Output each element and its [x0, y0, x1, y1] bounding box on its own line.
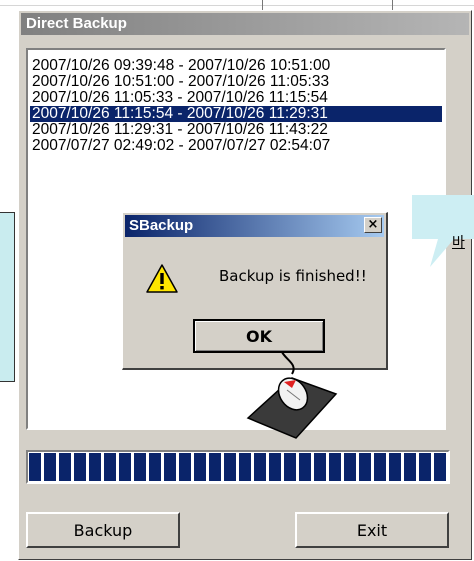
list-item[interactable]: 2007/10/26 11:29:31 - 2007/10/26 11:43:2…	[30, 122, 442, 138]
left-annotation-box	[0, 212, 15, 382]
dialog-message: Backup is finished!!	[219, 267, 367, 285]
close-icon[interactable]: ×	[364, 217, 382, 233]
backup-list-rows: 2007/10/26 09:39:48 - 2007/10/26 10:51:0…	[30, 58, 442, 154]
top-tick	[392, 0, 393, 10]
list-item[interactable]: 2007/10/26 10:51:00 - 2007/10/26 11:05:3…	[30, 74, 442, 90]
window-title: Direct Backup	[21, 13, 469, 35]
backup-progress-bar	[26, 450, 450, 484]
progress-fill	[29, 453, 447, 481]
warning-icon	[146, 264, 178, 293]
list-item[interactable]: 2007/10/26 11:05:33 - 2007/10/26 11:15:5…	[30, 90, 442, 106]
list-item-selected[interactable]: 2007/10/26 11:15:54 - 2007/10/26 11:29:3…	[30, 106, 442, 122]
backup-button[interactable]: Backup	[26, 512, 180, 548]
dialog-title: SBackup	[125, 215, 384, 237]
list-item[interactable]: 2007/07/27 02:49:02 - 2007/07/27 02:54:0…	[30, 138, 442, 154]
exit-button[interactable]: Exit	[295, 512, 449, 548]
bubble-text: 바	[452, 235, 465, 251]
mouse-click-icon	[246, 351, 338, 439]
list-item[interactable]: 2007/10/26 09:39:48 - 2007/10/26 10:51:0…	[30, 58, 442, 74]
top-divider	[0, 5, 474, 6]
top-tick	[262, 0, 263, 10]
